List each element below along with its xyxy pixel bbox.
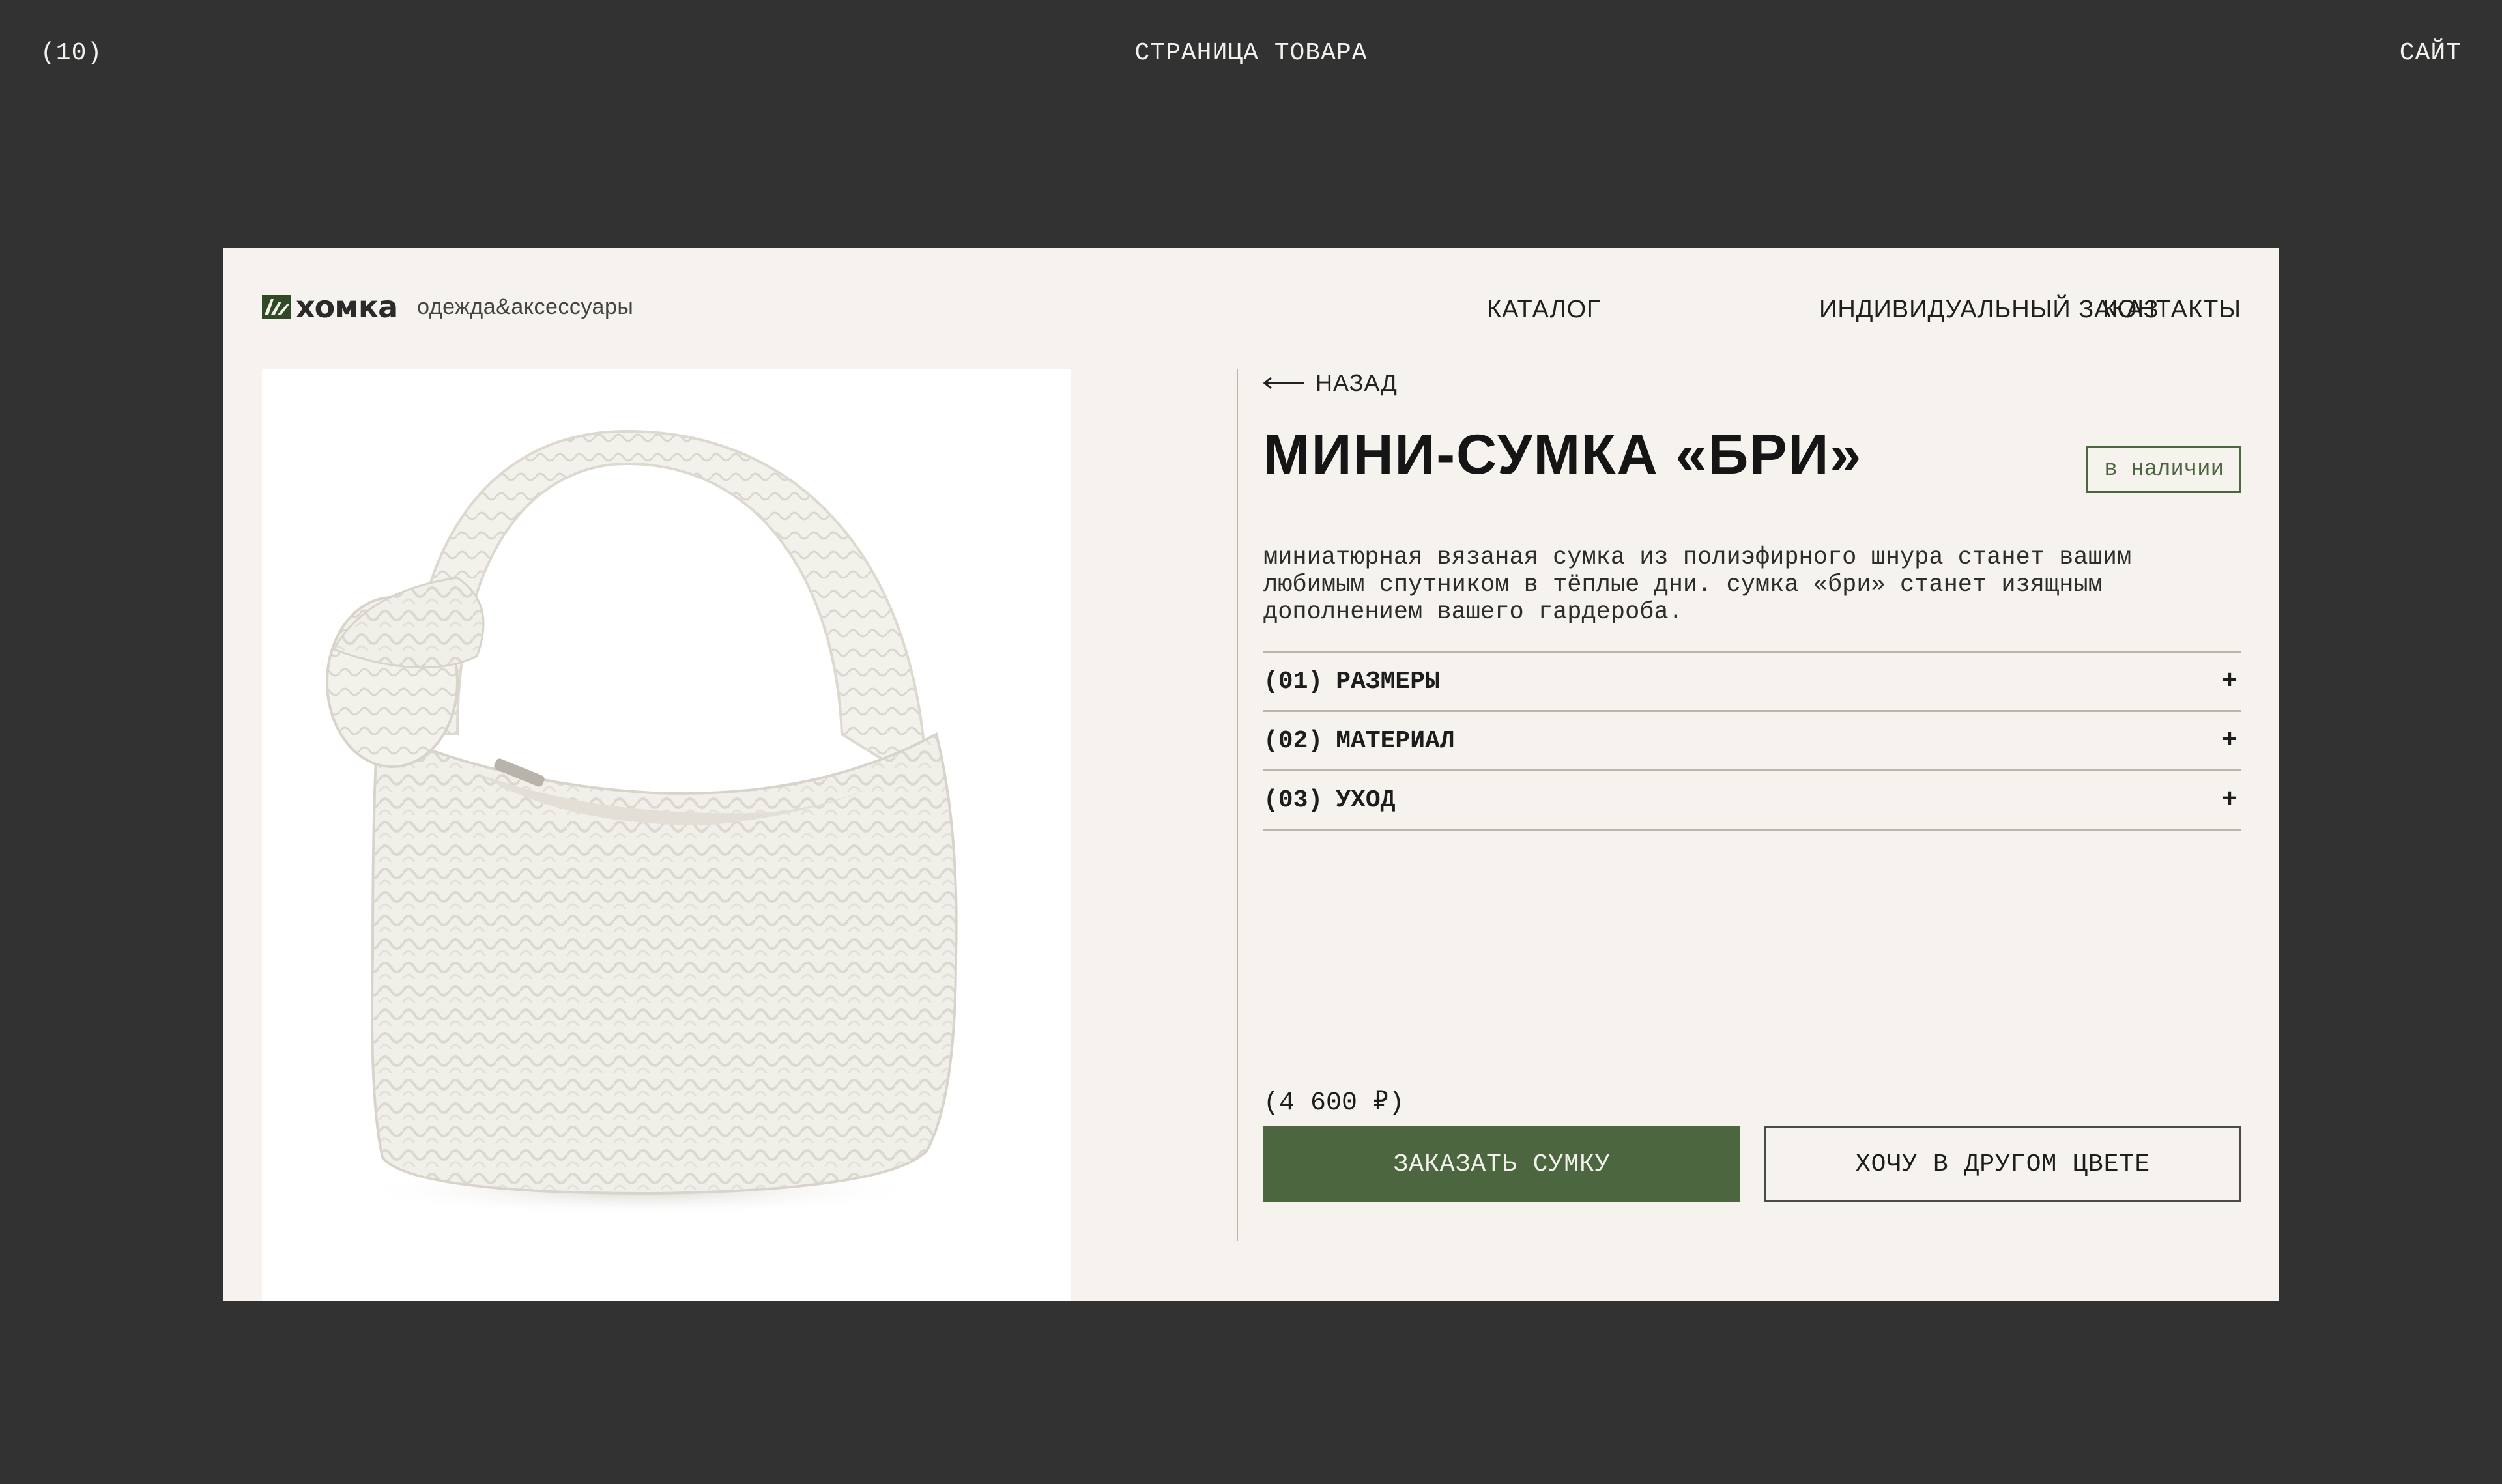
logo-mark-icon — [262, 295, 291, 319]
accordion-label: УХОД — [1336, 786, 1396, 814]
frame-site-link[interactable]: САЙТ — [2400, 39, 2462, 67]
logo[interactable]: хомка одежда&аксессуары — [262, 289, 633, 324]
accordion-sizes[interactable]: (01) РАЗМЕРЫ + — [1263, 653, 2241, 712]
column-divider — [1237, 369, 1238, 1241]
frame-title: СТРАНИЦА ТОВАРА — [1134, 39, 1368, 67]
nav-catalog[interactable]: КАТАЛОГ — [1487, 296, 1601, 324]
order-bag-button[interactable]: ЗАКАЗАТЬ СУМКУ — [1263, 1126, 1740, 1202]
product-description: миниатюрная вязаная сумка из полиэфирног… — [1263, 544, 2132, 626]
availability-badge: в наличии — [2086, 446, 2241, 493]
product-photo — [262, 369, 1071, 1301]
knitted-bag-image — [326, 429, 958, 1216]
plus-icon: + — [2221, 726, 2237, 756]
product-price: (4 600 ₽) — [1263, 1089, 1405, 1118]
accordion-number: (03) — [1263, 786, 1323, 814]
accordion-number: (02) — [1263, 726, 1323, 755]
back-label: НАЗАД — [1316, 369, 1398, 396]
details-accordion: (01) РАЗМЕРЫ + (02) МАТЕРИАЛ + (03) УХОД… — [1263, 651, 2241, 831]
product-title: МИНИ-СУМКА «БРИ» — [1263, 423, 1863, 486]
logo-tagline: одежда&аксессуары — [417, 294, 634, 319]
other-color-button[interactable]: ХОЧУ В ДРУГОМ ЦВЕТЕ — [1764, 1126, 2241, 1202]
site-header: хомка одежда&аксессуары КАТАЛОГ ИНДИВИДУ… — [262, 274, 2241, 335]
accordion-material[interactable]: (02) МАТЕРИАЛ + — [1263, 712, 2241, 771]
accordion-care[interactable]: (03) УХОД + — [1263, 771, 2241, 831]
plus-icon: + — [2221, 785, 2237, 815]
arrow-left-icon — [1263, 377, 1304, 390]
logo-name: хомка — [296, 289, 398, 324]
accordion-label: РАЗМЕРЫ — [1336, 667, 1440, 696]
plus-icon: + — [2221, 666, 2237, 696]
accordion-number: (01) — [1263, 667, 1323, 696]
product-page: хомка одежда&аксессуары КАТАЛОГ ИНДИВИДУ… — [223, 248, 2279, 1301]
back-link[interactable]: НАЗАД — [1263, 369, 1398, 397]
accordion-label: МАТЕРИАЛ — [1336, 726, 1455, 755]
product-info: НАЗАД МИНИ-СУМКА «БРИ» в наличии миниатю… — [1263, 369, 2241, 1242]
nav-contacts[interactable]: КОНТАКТЫ — [2103, 296, 2241, 324]
